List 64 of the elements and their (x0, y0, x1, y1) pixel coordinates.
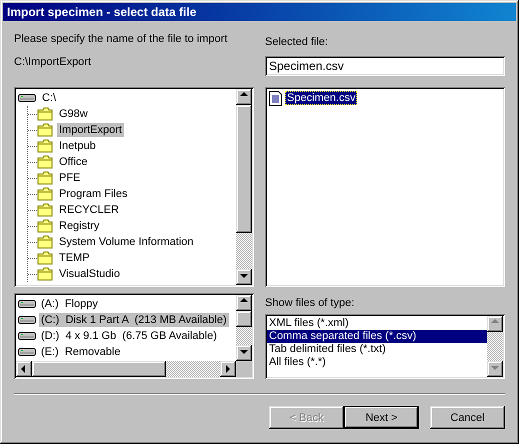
folder-icon (37, 251, 53, 265)
up-arrow-icon (240, 92, 248, 96)
scrollbar-thumb[interactable] (236, 311, 252, 327)
file-type-option[interactable]: XML files (*.xml) (267, 317, 487, 330)
file-item[interactable]: Specimen.csv (269, 90, 501, 106)
drive-item[interactable]: (E:) Removable (18, 344, 234, 360)
scroll-down-button[interactable] (487, 361, 503, 377)
folder-icon (37, 107, 53, 121)
drive-icon (18, 315, 36, 325)
right-arrow-icon (226, 365, 230, 373)
drive-icon (18, 93, 36, 103)
folder-icon (37, 203, 53, 217)
drive-icon (18, 299, 36, 309)
up-arrow-icon (240, 298, 248, 302)
wizard-button[interactable]: Cancel (430, 406, 505, 429)
folder-icon (37, 187, 53, 201)
scrollbar-thumb[interactable] (32, 361, 166, 377)
wizard-button[interactable]: Next > (344, 406, 419, 429)
folder-icon (37, 267, 53, 281)
left-arrow-icon (21, 365, 25, 373)
tree-item[interactable]: Program Files (37, 187, 130, 201)
tree-item[interactable]: PFE (37, 171, 82, 185)
folder-icon (37, 155, 53, 169)
tree-item[interactable]: G98w (37, 107, 90, 121)
folder-icon (37, 235, 53, 249)
down-arrow-icon (240, 274, 248, 278)
scroll-down-button[interactable] (236, 269, 252, 285)
drive-item[interactable]: (A:) Floppy (18, 296, 234, 312)
instruction-text: Please specify the name of the file to import (14, 33, 228, 46)
down-arrow-icon (240, 350, 248, 354)
tree-item[interactable]: Office (37, 155, 90, 169)
scroll-up-button[interactable] (487, 316, 503, 332)
tree-item[interactable]: System Volume Information (37, 235, 196, 249)
scroll-right-button[interactable] (220, 361, 236, 377)
document-icon (269, 90, 282, 106)
tree-item[interactable]: C:\ (18, 91, 58, 105)
tree-item[interactable]: RECYCLER (37, 203, 121, 217)
tree-item[interactable]: TEMP (37, 251, 92, 265)
file-type-label: Show files of type: (265, 297, 356, 310)
tree-item[interactable]: Inetpub (37, 139, 98, 153)
up-arrow-icon (491, 319, 499, 323)
folder-icon (37, 219, 53, 233)
file-type-option[interactable]: Tab delimited files (*.txt) (267, 343, 487, 356)
drive-icon (18, 331, 36, 341)
selected-file-label: Selected file: (265, 36, 329, 49)
scrollbar-corner (236, 361, 252, 377)
file-type-option[interactable]: Comma separated files (*.csv) (267, 330, 487, 343)
tree-item[interactable]: Registry (37, 219, 102, 233)
current-path: C:\ImportExport (14, 56, 92, 69)
folder-icon (37, 123, 53, 137)
drive-icon (18, 347, 36, 357)
window-title: Import specimen - select data file (3, 3, 516, 21)
scroll-up-button[interactable] (236, 89, 252, 105)
scrollbar-thumb[interactable] (236, 105, 252, 233)
tree-item[interactable]: VisualStudio (37, 267, 122, 281)
file-type-option[interactable]: All files (*.*) (267, 356, 487, 369)
selected-file-field[interactable]: Specimen.csv (265, 56, 505, 76)
scroll-down-button[interactable] (236, 345, 252, 361)
scroll-up-button[interactable] (236, 295, 252, 311)
folder-icon (37, 139, 53, 153)
scroll-left-button[interactable] (16, 361, 32, 377)
down-arrow-icon (491, 366, 499, 370)
drive-item[interactable]: (D:) 4 x 9.1 Gb (6.75 GB Available) (18, 328, 234, 344)
folder-icon (37, 171, 53, 185)
